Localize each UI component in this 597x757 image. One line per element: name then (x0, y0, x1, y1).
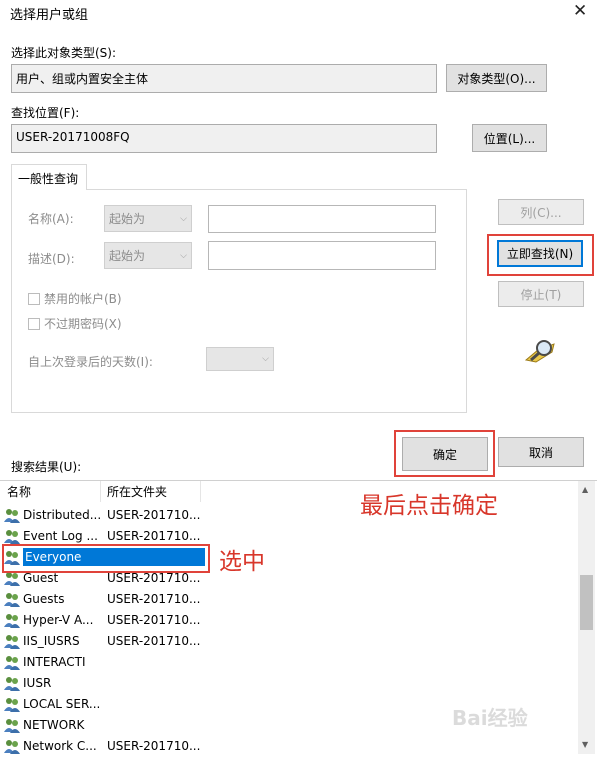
annotation-select: 选中 (219, 549, 265, 575)
everyone-highlight-frame (2, 544, 210, 573)
row-folder: USER-201710... (107, 739, 201, 753)
group-user-icon (4, 571, 21, 586)
group-user-icon (4, 676, 21, 691)
table-row[interactable]: IIS_IUSRS USER-201710... (0, 631, 210, 652)
object-type-label: 选择此对象类型(S): (11, 46, 117, 60)
group-user-icon (4, 718, 21, 733)
search-animation-icon (522, 338, 558, 366)
table-row[interactable]: Distributed... USER-201710... (0, 505, 210, 526)
disabled-accounts-checkbox[interactable] (28, 293, 40, 305)
row-name: INTERACTI (23, 655, 86, 669)
locations-button[interactable]: 位置(L)... (472, 124, 547, 152)
find-now-button[interactable]: 立即查找(N) (497, 240, 583, 267)
row-name: Distributed... (23, 508, 102, 522)
row-folder: USER-201710... (107, 613, 201, 627)
days-since-login-label: 自上次登录后的天数(I): (28, 355, 153, 369)
table-row[interactable]: IUSR (0, 673, 210, 694)
name-input[interactable] (208, 205, 436, 233)
group-user-icon (4, 529, 21, 544)
disabled-accounts-label: 禁用的帐户(B) (44, 292, 122, 306)
baidu-watermark: Bai经验 (452, 706, 528, 730)
group-user-icon (4, 508, 21, 523)
table-row[interactable]: Guests USER-201710... (0, 589, 210, 610)
table-row[interactable]: INTERACTI (0, 652, 210, 673)
search-results-label: 搜索结果(U): (11, 460, 82, 474)
group-user-icon (4, 634, 21, 649)
window-title: 选择用户或组 (10, 8, 89, 23)
row-name: Event Log ... (23, 529, 98, 543)
tab-general-query[interactable]: 一般性查询 (11, 164, 87, 190)
object-types-button[interactable]: 对象类型(O)... (446, 64, 547, 92)
scroll-up-icon[interactable]: ▲ (582, 485, 588, 494)
group-user-icon (4, 697, 21, 712)
group-user-icon (4, 739, 21, 754)
name-label: 名称(A): (28, 212, 74, 226)
table-row[interactable]: Hyper-V A... USER-201710... (0, 610, 210, 631)
no-expire-label: 不过期密码(X) (44, 317, 122, 331)
row-name: Network C... (23, 739, 97, 753)
ok-button[interactable]: 确定 (402, 437, 488, 471)
row-name: Guest (23, 571, 59, 585)
no-expire-checkbox[interactable] (28, 318, 40, 330)
table-row[interactable]: LOCAL SER... (0, 694, 210, 715)
chevron-down-icon: ⌵ (180, 250, 187, 261)
cancel-button[interactable]: 取消 (498, 437, 584, 467)
scrollbar-thumb[interactable] (580, 575, 593, 630)
location-label: 查找位置(F): (11, 106, 80, 120)
close-icon[interactable]: ✕ (573, 1, 587, 21)
annotation-final-click: 最后点击确定 (360, 493, 498, 519)
name-mode-select[interactable]: 起始为 ⌵ (104, 205, 192, 232)
disabled-accounts-option[interactable]: 禁用的帐户(B) (28, 290, 122, 307)
row-name: Guests (23, 592, 65, 606)
row-name: Hyper-V A... (23, 613, 94, 627)
row-name: IIS_IUSRS (23, 634, 80, 648)
row-folder: USER-201710... (107, 571, 201, 585)
description-label: 描述(D): (28, 252, 75, 266)
column-divider (200, 481, 201, 502)
column-header-folder[interactable]: 所在文件夹 (107, 483, 167, 500)
row-folder: USER-201710... (107, 634, 201, 648)
location-field: USER-20171008FQ (11, 124, 437, 153)
column-divider (100, 481, 101, 502)
table-row[interactable]: NETWORK (0, 715, 210, 736)
chevron-down-icon: ⌵ (262, 354, 269, 364)
group-user-icon (4, 655, 21, 670)
row-folder: USER-201710... (107, 592, 201, 606)
column-header-name[interactable]: 名称 (7, 483, 31, 500)
chevron-down-icon: ⌵ (180, 213, 187, 224)
description-mode-select[interactable]: 起始为 ⌵ (104, 242, 192, 269)
name-mode-value: 起始为 (109, 212, 146, 226)
object-type-field: 用户、组或内置安全主体 (11, 64, 437, 93)
row-name: NETWORK (23, 718, 85, 732)
no-expire-option[interactable]: 不过期密码(X) (28, 315, 122, 332)
description-input[interactable] (208, 241, 436, 270)
row-folder: USER-201710... (107, 529, 201, 543)
stop-button[interactable]: 停止(T) (498, 281, 584, 307)
columns-button[interactable]: 列(C)... (498, 199, 584, 225)
group-user-icon (4, 613, 21, 628)
row-name: LOCAL SER... (23, 697, 101, 711)
scroll-down-icon[interactable]: ▼ (582, 740, 588, 749)
days-since-login-select[interactable]: ⌵ (206, 347, 274, 371)
description-mode-value: 起始为 (109, 249, 146, 263)
row-folder: USER-201710... (107, 508, 201, 522)
row-name: IUSR (23, 676, 52, 690)
group-user-icon (4, 592, 21, 607)
